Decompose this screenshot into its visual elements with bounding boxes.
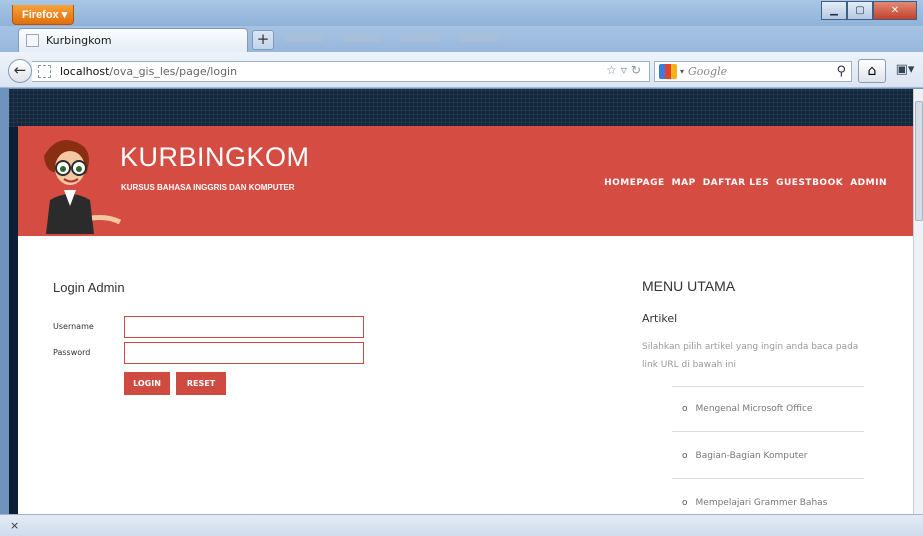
- page-viewport: KURBINGKOM KURSUS BAHASA INGGRIS DAN KOM…: [9, 89, 913, 514]
- google-logo-icon[interactable]: [659, 64, 677, 79]
- menu-utama-title: MENU UTAMA: [642, 278, 736, 294]
- back-arrow-icon[interactable]: ←: [8, 59, 32, 83]
- article-link-microsoft-office[interactable]: Mengenal Microsoft Office: [682, 404, 813, 414]
- search-placeholder: Google: [688, 65, 728, 78]
- bookmark-star-icon[interactable]: ☆▿↻: [606, 63, 645, 77]
- tab-kurbingkom[interactable]: Kurbingkom: [18, 28, 248, 52]
- nav-admin[interactable]: ADMIN: [850, 178, 887, 188]
- search-bar[interactable]: ▾ Google ⚲: [654, 61, 852, 82]
- main-navigation: HOMEPAGE MAP DAFTAR LES GUESTBOOK ADMIN: [604, 178, 887, 188]
- close-window-icon[interactable]: ✕: [873, 1, 917, 20]
- divider: [672, 478, 864, 479]
- tab-strip: Kurbingkom +: [0, 26, 923, 52]
- username-label: Username: [53, 322, 94, 331]
- navigation-toolbar: ← localhost/ova_gis_les/page/login ☆▿↻ ▾…: [0, 52, 923, 88]
- address-bar[interactable]: localhost/ova_gis_les/page/login ☆▿↻: [32, 61, 650, 82]
- close-addon-bar-icon[interactable]: ×: [10, 519, 19, 532]
- login-button[interactable]: LOGIN: [124, 372, 170, 395]
- article-link-grammer[interactable]: Mempelajari Grammer Bahas: [682, 498, 828, 508]
- status-bar: ×: [0, 514, 923, 536]
- site-subtitle: KURSUS BAHASA INGGRIS DAN KOMPUTER: [121, 183, 295, 192]
- username-input[interactable]: [124, 316, 364, 338]
- site-header: KURBINGKOM KURSUS BAHASA INGGRIS DAN KOM…: [18, 126, 913, 236]
- scrollbar-thumb[interactable]: [915, 101, 923, 221]
- nav-homepage[interactable]: HOMEPAGE: [604, 178, 665, 188]
- article-link-bagian-komputer[interactable]: Bagian-Bagian Komputer: [682, 451, 808, 461]
- addon-menu-icon[interactable]: ▣▾: [890, 59, 920, 83]
- nav-guestbook[interactable]: GUESTBOOK: [776, 178, 843, 188]
- window-controls: ▁ ▢ ✕: [821, 1, 917, 21]
- divider: [672, 386, 864, 387]
- search-icon[interactable]: ⚲: [836, 64, 846, 79]
- bookmark-toolbar-blur: [284, 35, 498, 42]
- artikel-title: Artikel: [642, 312, 678, 325]
- vertical-scrollbar[interactable]: [913, 89, 923, 514]
- mascot-logo-icon: [44, 140, 122, 234]
- tab-title: Kurbingkom: [46, 34, 112, 47]
- home-icon[interactable]: ⌂: [858, 59, 886, 83]
- url-path: /ova_gis_les/page/login: [109, 65, 238, 78]
- maximize-icon[interactable]: ▢: [847, 1, 873, 20]
- page-icon: [26, 34, 39, 47]
- new-tab-button[interactable]: +: [252, 30, 274, 50]
- main-content: Login Admin Username Password LOGIN RESE…: [18, 236, 913, 514]
- password-input[interactable]: [124, 342, 364, 364]
- search-engine-dropdown-icon[interactable]: ▾: [680, 67, 684, 76]
- firefox-menu-button[interactable]: Firefox ▾: [12, 5, 74, 25]
- minimize-icon[interactable]: ▁: [821, 1, 847, 20]
- site-identity-icon[interactable]: [38, 65, 51, 78]
- nav-map[interactable]: MAP: [672, 178, 696, 188]
- reset-button[interactable]: RESET: [176, 372, 226, 395]
- divider: [672, 431, 864, 432]
- url-host: localhost: [60, 65, 110, 78]
- site-title[interactable]: KURBINGKOM: [120, 142, 310, 173]
- artikel-description: Silahkan pilih artikel yang ingin anda b…: [642, 342, 859, 370]
- nav-daftar-les[interactable]: DAFTAR LES: [703, 178, 769, 188]
- password-label: Password: [53, 348, 91, 357]
- window-titlebar: Firefox ▾ ▁ ▢ ✕: [0, 0, 923, 26]
- login-title: Login Admin: [53, 280, 125, 295]
